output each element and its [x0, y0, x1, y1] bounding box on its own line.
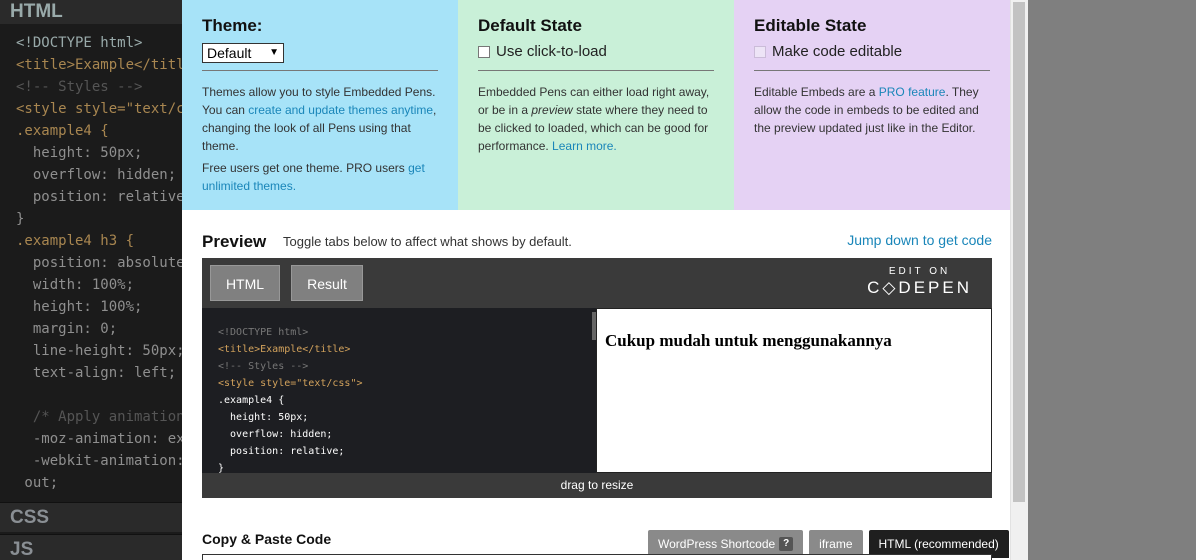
theme-text-3: Free users get one theme. PRO users: [202, 161, 409, 175]
theme-control: Default ▼: [202, 43, 438, 71]
embed-modal: Theme: Default ▼ Themes allow you to styl…: [182, 0, 1028, 560]
result-heading: Cukup mudah untuk menggunakannya: [605, 331, 892, 350]
codepen-logo-icon: C◇DEPEN: [867, 278, 972, 297]
code-line-6: height: 50px;: [218, 412, 309, 423]
bg-line-19: -moz-animation: exa: [16, 431, 182, 447]
bg-line-20: -webkit-animation:: [16, 453, 182, 469]
theme-title: Theme:: [202, 16, 263, 35]
bg-line-13: height: 100%;: [16, 299, 143, 315]
bg-line-16: text-align: left;: [16, 365, 177, 381]
copy-paste-title: Copy & Paste Code: [202, 531, 332, 547]
drag-to-resize-handle[interactable]: drag to resize: [202, 473, 992, 498]
theme-pro-note: Free users get one theme. PRO users get …: [202, 159, 438, 195]
bg-line-3: <!-- Styles -->: [16, 79, 143, 95]
theme-option: Theme: Default ▼ Themes allow you to styl…: [182, 0, 458, 210]
jump-to-code-link[interactable]: Jump down to get code: [847, 232, 992, 248]
bg-line-12: width: 100%;: [16, 277, 135, 293]
make-editable-checkbox[interactable]: Make code editable: [754, 43, 990, 60]
code-line-3: <!-- Styles -->: [218, 361, 309, 372]
background-code: <!DOCTYPE html> <title>Example</title> <…: [0, 24, 182, 494]
checkbox-icon: [754, 45, 766, 58]
code-line-5: .example4 {: [218, 395, 285, 406]
code-scrollbar[interactable]: [592, 312, 596, 340]
bg-line-8: position: relative;: [16, 189, 182, 205]
bg-line-10: .example4 h3 {: [16, 233, 135, 249]
bg-line-21: out;: [16, 475, 59, 491]
editable-state-option: Editable State Make code editable Editab…: [734, 0, 1010, 210]
preview-title: Preview: [202, 232, 267, 251]
default-text-em: preview: [531, 103, 573, 117]
bg-line-14: margin: 0;: [16, 321, 118, 337]
result-pane: Cukup mudah untuk menggunakannya: [596, 308, 992, 473]
bg-line-18: /* Apply animation: [16, 409, 182, 425]
bg-line-4: <style style="text/c: [16, 101, 182, 117]
embed-toolbar: HTML Result EDIT ON C◇DEPEN: [202, 258, 992, 308]
code-line-4: <style style="text/css">: [218, 378, 363, 389]
embed-code-textarea[interactable]: [202, 554, 992, 560]
code-line-8: position: relative;: [218, 446, 345, 457]
css-panel-title: CSS: [0, 502, 182, 532]
click-to-load-control: Use click-to-load: [478, 43, 714, 71]
editable-description: Editable Embeds are a PRO feature. They …: [754, 83, 990, 137]
embed-options: Theme: Default ▼ Themes allow you to styl…: [182, 0, 1010, 210]
bg-line-11: position: absolute;: [16, 255, 182, 271]
bg-line-15: line-height: 50px;: [16, 343, 182, 359]
click-to-load-label: Use click-to-load: [496, 43, 607, 60]
tab-result[interactable]: Result: [291, 265, 363, 301]
bg-line-2: <title>Example</title>: [16, 57, 182, 73]
modal-scrollbar[interactable]: [1010, 0, 1028, 560]
code-line-2: <title>Example</title>: [218, 344, 351, 355]
theme-select[interactable]: Default ▼: [202, 43, 284, 63]
bg-line-1: <!DOCTYPE html>: [16, 35, 143, 51]
html-panel-title: HTML: [0, 0, 182, 24]
click-to-load-checkbox[interactable]: Use click-to-load: [478, 43, 714, 60]
pro-feature-link[interactable]: PRO feature: [879, 85, 946, 99]
checkbox-icon: [478, 45, 490, 58]
background-editor: HTML <!DOCTYPE html> <title>Example</tit…: [0, 0, 182, 560]
bg-line-9: }: [16, 211, 25, 227]
code-line-9: }: [218, 463, 225, 473]
create-themes-link[interactable]: create and update themes anytime: [248, 103, 433, 117]
brand-edit-on: EDIT ON: [888, 266, 951, 277]
make-editable-label: Make code editable: [772, 43, 903, 60]
codepen-brand-link[interactable]: EDIT ON C◇DEPEN: [867, 266, 972, 298]
dropdown-arrow-icon: ▼: [269, 47, 279, 58]
default-state-description: Embedded Pens can either load right away…: [478, 83, 714, 155]
code-line-1: <!DOCTYPE html>: [218, 327, 309, 338]
bg-line-5: .example4 {: [16, 123, 109, 139]
editable-text-1: Editable Embeds are a: [754, 85, 879, 99]
embed-preview: HTML Result EDIT ON C◇DEPEN <!DOCTYPE ht…: [202, 258, 992, 498]
bg-line-7: overflow: hidden;: [16, 167, 177, 183]
theme-select-value: Default: [207, 45, 252, 61]
learn-more-link[interactable]: Learn more.: [552, 139, 617, 153]
default-state-option: Default State Use click-to-load Embedded…: [458, 0, 734, 210]
overlay-backdrop: [1028, 0, 1196, 560]
editable-state-title: Editable State: [754, 16, 867, 35]
preview-hint: Toggle tabs below to affect what shows b…: [283, 234, 572, 249]
modal-scroll-thumb[interactable]: [1013, 2, 1025, 502]
help-icon[interactable]: ?: [779, 537, 794, 551]
preview-header: Preview Toggle tabs below to affect what…: [202, 230, 992, 254]
code-pane[interactable]: <!DOCTYPE html> <title>Example</title> <…: [202, 308, 596, 473]
bg-line-6: height: 50px;: [16, 145, 143, 161]
default-state-title: Default State: [478, 16, 582, 35]
editable-control: Make code editable: [754, 43, 990, 71]
theme-description: Themes allow you to style Embedded Pens.…: [202, 83, 438, 155]
js-panel-title: JS: [0, 534, 182, 560]
tab-html[interactable]: HTML: [210, 265, 280, 301]
code-line-7: overflow: hidden;: [218, 429, 333, 440]
embed-body: <!DOCTYPE html> <title>Example</title> <…: [202, 308, 992, 473]
